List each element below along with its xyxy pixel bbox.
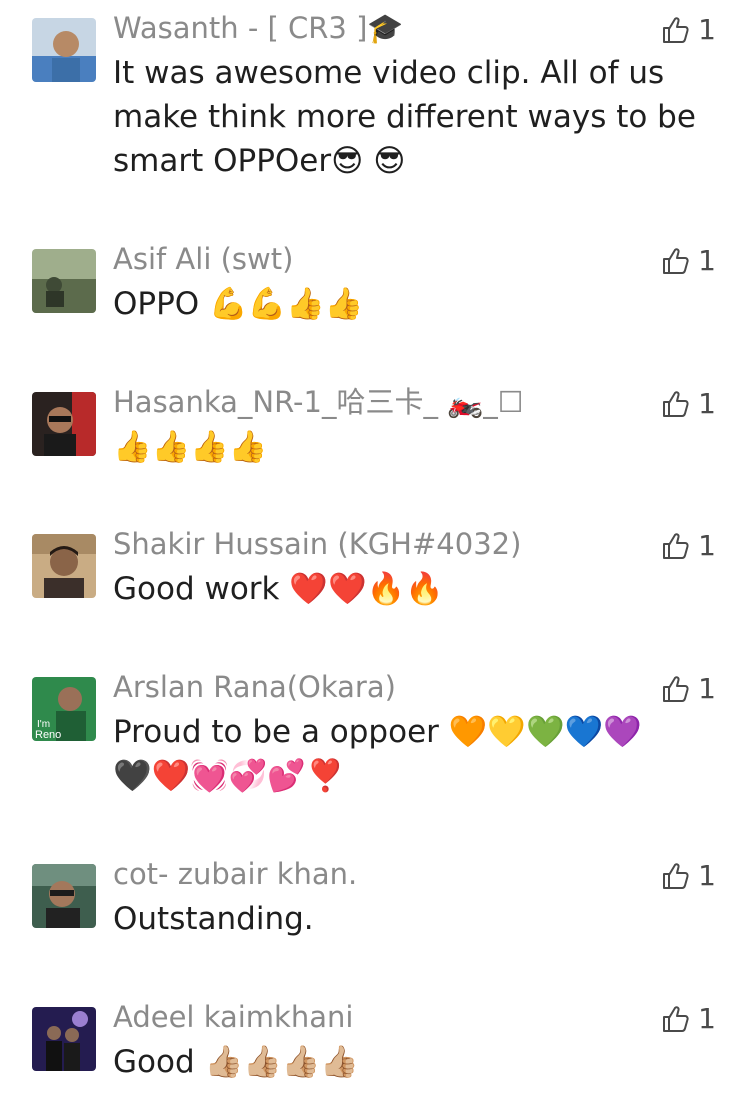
avatar[interactable]: I'm Reno bbox=[32, 677, 96, 741]
thumbs-up-icon bbox=[660, 1003, 692, 1035]
like-button[interactable]: 1 bbox=[660, 669, 716, 709]
avatar[interactable] bbox=[32, 864, 96, 928]
avatar[interactable] bbox=[32, 534, 96, 598]
commenter-name[interactable]: Adeel kaimkhani bbox=[113, 997, 353, 1037]
like-button[interactable]: 1 bbox=[660, 526, 716, 566]
comment-text: It was awesome video clip. All of us mak… bbox=[113, 55, 706, 179]
thumbs-up-icon bbox=[660, 14, 692, 46]
like-count: 1 bbox=[698, 244, 716, 277]
comment-text: Proud to be a oppoer 🧡💛💚💙💜 🖤❤️💓💞💕❣️ bbox=[113, 714, 642, 794]
like-count: 1 bbox=[698, 13, 716, 46]
comment-text: Good work ❤️❤️🔥🔥 bbox=[113, 571, 444, 607]
avatar-text-2: Reno bbox=[35, 729, 61, 741]
thumbs-up-icon bbox=[660, 530, 692, 562]
commenter-name[interactable]: cot- zubair khan. bbox=[113, 854, 357, 894]
like-count: 1 bbox=[698, 387, 716, 420]
comment-text: 👍👍👍👍 bbox=[113, 429, 268, 465]
thumbs-up-icon bbox=[660, 860, 692, 892]
thumbs-up-icon bbox=[660, 388, 692, 420]
avatar[interactable] bbox=[32, 1007, 96, 1071]
avatar[interactable] bbox=[32, 249, 96, 313]
commenter-name[interactable]: Shakir Hussain (KGH#4032) bbox=[113, 524, 521, 564]
commenter-name[interactable]: Wasanth - [ CR3 ]🎓 bbox=[113, 8, 404, 48]
like-count: 1 bbox=[698, 1002, 716, 1035]
like-button[interactable]: 1 bbox=[660, 10, 716, 50]
comment-text: OPPO 💪💪👍👍 bbox=[113, 286, 364, 322]
commenter-name[interactable]: Arslan Rana(Okara) bbox=[113, 667, 396, 707]
comment-text: Outstanding. bbox=[113, 901, 314, 937]
thumbs-up-icon bbox=[660, 673, 692, 705]
thumbs-up-icon bbox=[660, 245, 692, 277]
avatar[interactable] bbox=[32, 392, 96, 456]
commenter-name[interactable]: Asif Ali (swt) bbox=[113, 239, 293, 279]
like-count: 1 bbox=[698, 672, 716, 705]
like-count: 1 bbox=[698, 529, 716, 562]
like-button[interactable]: 1 bbox=[660, 856, 716, 896]
like-count: 1 bbox=[698, 859, 716, 892]
like-button[interactable]: 1 bbox=[660, 999, 716, 1039]
comment-text: Good 👍🏼👍🏼👍🏼👍🏼 bbox=[113, 1044, 359, 1080]
commenter-name[interactable]: Hasanka_NR-1_哈三卡_ 🏍️_☐ bbox=[113, 382, 524, 422]
avatar[interactable] bbox=[32, 18, 96, 82]
like-button[interactable]: 1 bbox=[660, 241, 716, 281]
like-button[interactable]: 1 bbox=[660, 384, 716, 424]
